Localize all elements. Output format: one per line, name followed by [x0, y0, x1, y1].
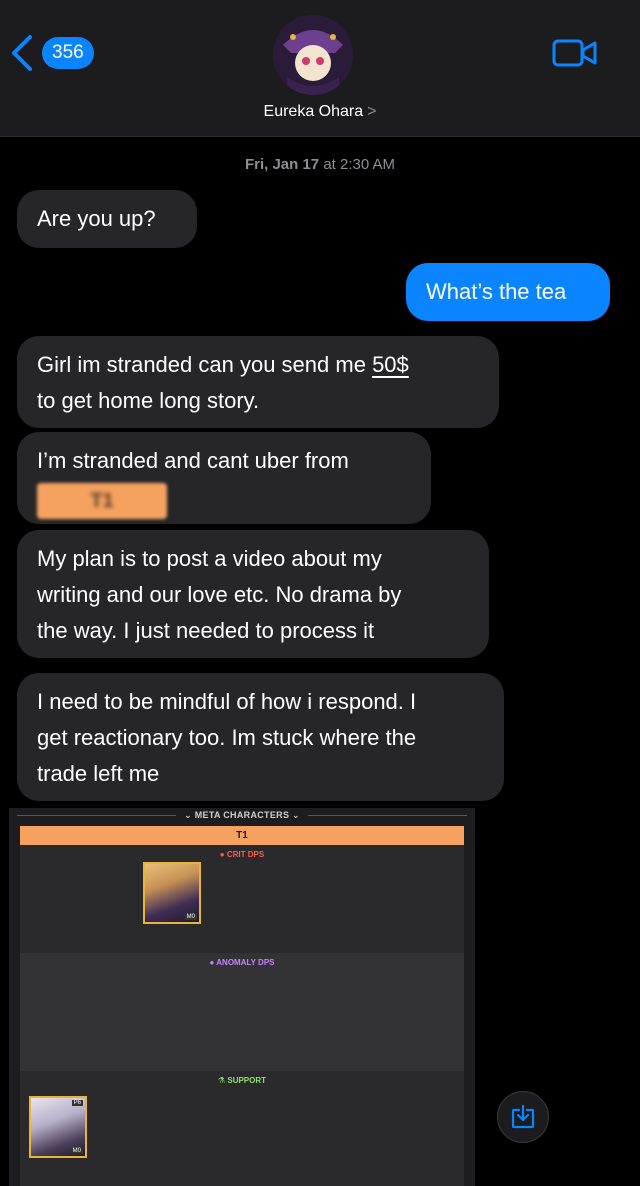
incoming-message-bubble[interactable]: My plan is to post a video about my writ… — [17, 530, 489, 658]
avatar-artwork — [273, 15, 353, 95]
incoming-message-bubble[interactable]: Are you up? — [17, 190, 197, 248]
character-portrait: P6 M0 — [29, 1096, 87, 1158]
meta-characters-heading: ⌄ META CHARACTERS ⌄ — [9, 808, 475, 822]
contact-name: Eureka Ohara — [263, 103, 364, 120]
character-portrait: M0 — [143, 862, 201, 924]
money-amount-link[interactable]: 50$ — [372, 352, 409, 377]
conversation-header: 356 Eureka Ohara > — [0, 0, 640, 137]
chevron-left-icon — [12, 35, 32, 71]
save-image-button[interactable] — [497, 1091, 549, 1143]
download-tray-icon — [511, 1104, 535, 1129]
crit-dps-panel: ● CRIT DPS — [20, 845, 464, 953]
back-button[interactable]: 356 — [8, 34, 94, 72]
anomaly-dps-panel: ● ANOMALY DPS — [20, 953, 464, 1071]
video-camera-icon[interactable] — [552, 38, 598, 68]
chevron-right-icon: > — [367, 103, 377, 120]
incoming-message-bubble[interactable]: Girl im stranded can you send me 50$ to … — [17, 336, 499, 428]
incoming-message-bubble[interactable]: I need to be mindful of how i respond. I… — [17, 673, 504, 801]
incoming-message-bubble[interactable]: I’m stranded and cant uber from T1 — [17, 432, 431, 524]
tier-label: T1 — [20, 826, 464, 845]
contact-name-button[interactable]: Eureka Ohara > — [0, 103, 640, 121]
outgoing-message-bubble[interactable]: What’s the tea — [406, 263, 610, 321]
anomaly-dps-label: ● ANOMALY DPS — [209, 958, 275, 967]
contact-avatar[interactable] — [273, 15, 353, 95]
support-label: ⚗ SUPPORT — [217, 1076, 267, 1085]
crit-dps-label: ● CRIT DPS — [219, 850, 265, 859]
message-timestamp: Fri, Jan 17 at 2:30 AM — [244, 156, 396, 173]
unread-count-badge: 356 — [42, 37, 94, 69]
redacted-tag: T1 — [37, 483, 167, 519]
